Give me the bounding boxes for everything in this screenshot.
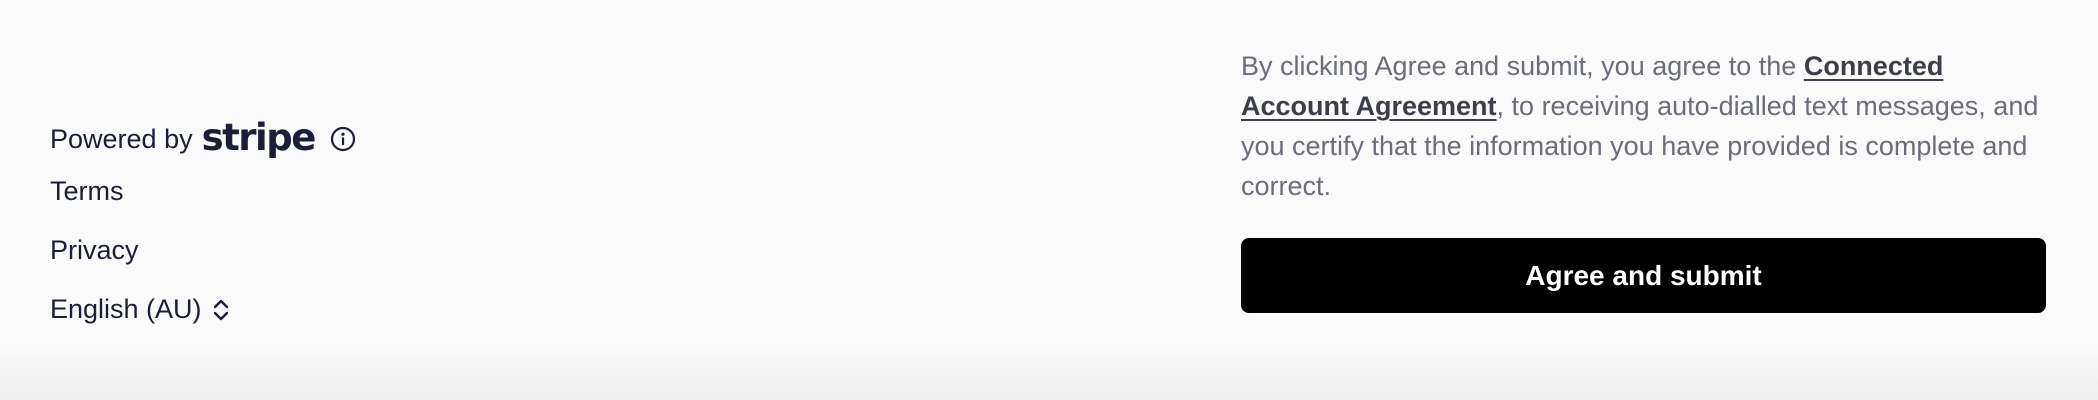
consent-section: By clicking Agree and submit, you agree … <box>1241 46 2046 313</box>
powered-by-label: Powered by <box>50 123 193 154</box>
privacy-link[interactable]: Privacy <box>50 235 450 266</box>
page: Powered by stripe Terms Privacy English … <box>0 0 2098 400</box>
consent-text: By clicking Agree and submit, you agree … <box>1241 46 2046 206</box>
powered-by-row: Powered by stripe <box>50 116 450 162</box>
chevron-up-down-icon <box>212 297 230 323</box>
language-label: English (AU) <box>50 294 202 324</box>
footer: Powered by stripe Terms Privacy English … <box>50 116 450 325</box>
bottom-shadow <box>0 340 2098 400</box>
language-selector[interactable]: English (AU) <box>50 294 450 325</box>
info-icon[interactable] <box>329 125 357 153</box>
agree-and-submit-button[interactable]: Agree and submit <box>1241 238 2046 313</box>
terms-link[interactable]: Terms <box>50 176 450 207</box>
consent-text-before: By clicking Agree and submit, you agree … <box>1241 51 1804 81</box>
stripe-logo-link[interactable]: stripe <box>202 119 317 156</box>
